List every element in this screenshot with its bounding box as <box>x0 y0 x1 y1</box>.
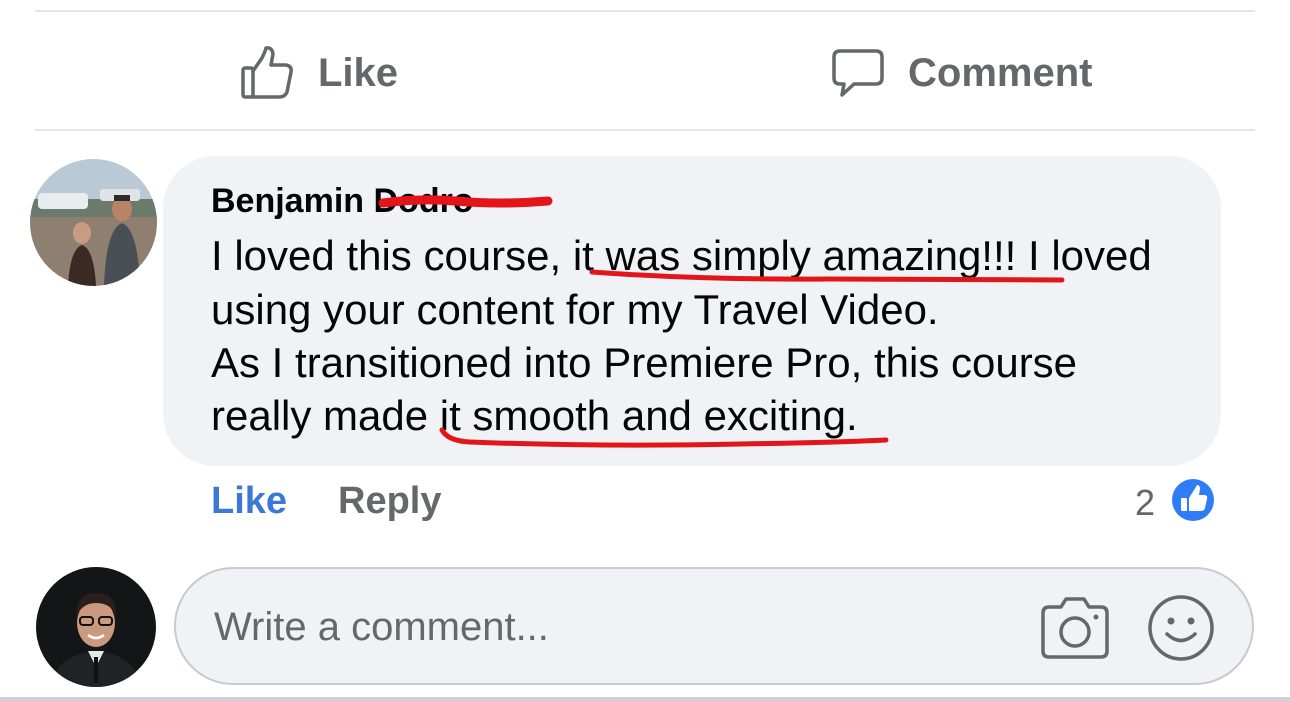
comment-text-line: I loved this course, it was simply amazi… <box>211 232 1152 280</box>
comment-text-line: As I transitioned into Premiere Pro, thi… <box>211 339 1077 387</box>
post-comment-button[interactable]: Comment <box>830 40 1092 106</box>
emoji-icon[interactable] <box>1146 593 1216 663</box>
commenter-surname-redacted: Dodro <box>373 182 474 220</box>
comment-text-highlight: it smooth and exciting <box>439 392 846 439</box>
comment-text-segment: As I transitioned into Premiere Pro, thi… <box>211 339 1078 386</box>
thumbs-up-outline-icon <box>240 45 296 101</box>
post-like-button[interactable]: Like <box>240 40 398 106</box>
comment-text-line: really made it smooth and exciting. <box>211 392 858 440</box>
comment-input[interactable] <box>212 593 996 661</box>
comment-composer <box>174 567 1254 685</box>
action-bar-divider <box>35 129 1255 131</box>
comment-reply-button[interactable]: Reply <box>338 480 441 523</box>
comment-text-segment: I loved <box>1016 232 1152 279</box>
commenter-first-name: Benjamin <box>211 182 365 220</box>
comment-like-button[interactable]: Like <box>211 480 287 523</box>
speech-bubble-icon <box>830 45 886 101</box>
reaction-count[interactable]: 2 <box>1135 482 1155 524</box>
camera-icon[interactable] <box>1038 593 1112 663</box>
post-like-label: Like <box>318 50 399 95</box>
post-comment-label: Comment <box>908 50 1093 95</box>
comment-text-segment: . <box>845 392 858 439</box>
comment-text-segment: using your content for my Travel Video. <box>211 286 939 333</box>
current-user-avatar[interactable] <box>36 567 156 687</box>
commenter-avatar[interactable] <box>30 159 157 286</box>
bottom-edge-divider <box>0 697 1290 701</box>
top-divider <box>35 10 1255 12</box>
comment-text-segment: I loved this course, <box>211 232 573 279</box>
comment-text-highlight: it was simply amazing!!! <box>572 232 1017 279</box>
like-reaction-icon[interactable] <box>1168 475 1218 525</box>
commenter-name[interactable]: Benjamin Dodro <box>211 182 474 221</box>
comment-text-line: using your content for my Travel Video. <box>211 286 939 334</box>
comment-text-segment: really made <box>211 392 440 439</box>
